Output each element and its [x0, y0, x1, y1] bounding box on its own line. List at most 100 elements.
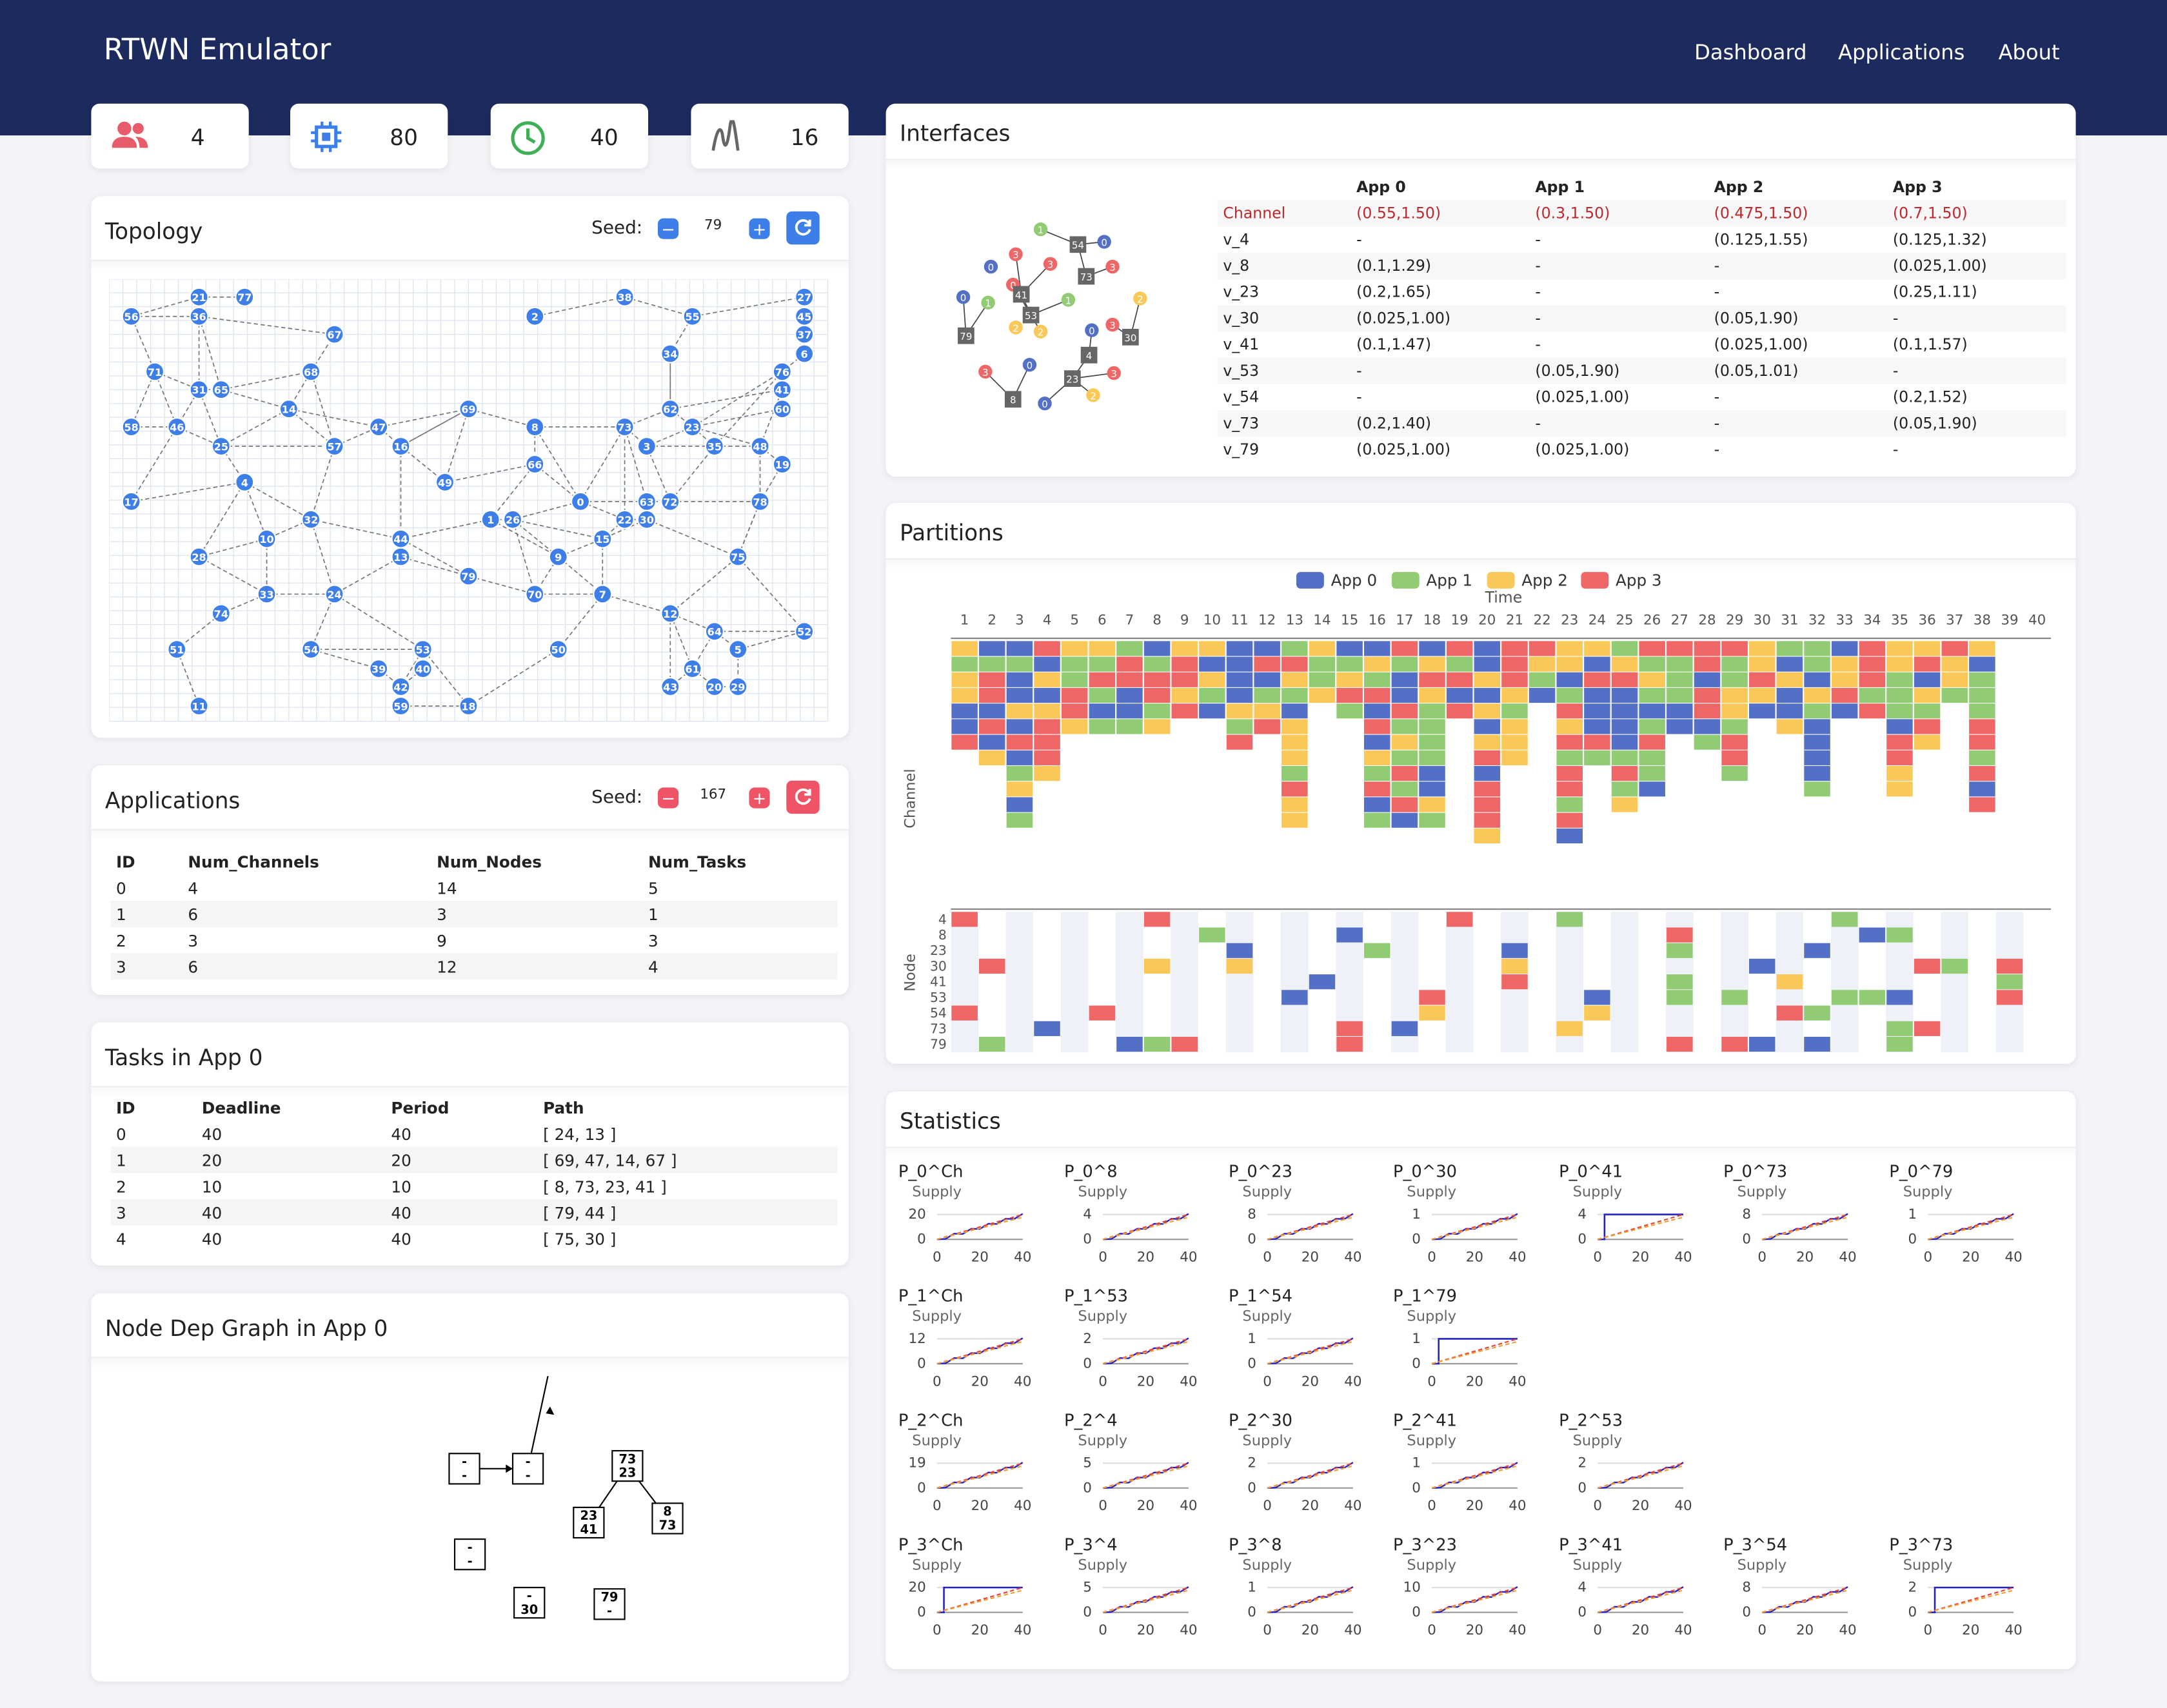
node-slot[interactable]: [1281, 990, 1308, 1005]
partition-slot[interactable]: [1199, 703, 1225, 719]
supply-chart[interactable]: P_1^79 Supply 1 0 0 20 40: [1393, 1286, 1545, 1411]
topology-node[interactable]: 13: [391, 547, 411, 567]
topology-node[interactable]: 63: [637, 491, 657, 511]
partition-slot[interactable]: [951, 687, 978, 703]
partition-slot[interactable]: [1969, 656, 1995, 672]
partition-slot[interactable]: [1419, 641, 1445, 656]
interface-row[interactable]: v_73 (0.2,1.40) - - (0.05,1.90): [1217, 410, 2066, 437]
partition-slot[interactable]: [1667, 672, 1693, 687]
partition-slot[interactable]: [979, 750, 1005, 765]
partition-slot[interactable]: [1116, 641, 1143, 656]
topology-node[interactable]: 3: [637, 437, 657, 456]
dep-node[interactable]: 873: [651, 1502, 684, 1535]
node-slot[interactable]: [979, 1037, 1005, 1052]
partition-slot[interactable]: [1941, 672, 1968, 687]
partition-slot[interactable]: [1419, 812, 1445, 828]
topology-node[interactable]: 71: [144, 362, 164, 382]
dep-node[interactable]: --: [453, 1538, 486, 1571]
supply-chart[interactable]: P_3^54 Supply 8 0 0 20 40: [1723, 1535, 1875, 1660]
interface-row[interactable]: v_8 (0.1,1.29) - - (0.025,1.00): [1217, 253, 2066, 279]
partition-slot[interactable]: [1309, 656, 1336, 672]
partition-slot[interactable]: [1804, 687, 1830, 703]
partition-slot[interactable]: [1584, 734, 1610, 750]
partition-slot[interactable]: [1226, 734, 1253, 750]
partition-slot[interactable]: [1446, 687, 1473, 703]
partition-slot[interactable]: [1006, 719, 1033, 734]
partition-slot[interactable]: [1391, 812, 1418, 828]
partition-slot[interactable]: [1556, 719, 1583, 734]
partition-slot[interactable]: [1116, 656, 1143, 672]
partition-slot[interactable]: [1089, 719, 1116, 734]
partition-slot[interactable]: [1474, 781, 1501, 797]
partition-slot[interactable]: [1034, 641, 1060, 656]
node-slot[interactable]: [1501, 943, 1528, 958]
partition-slot[interactable]: [1639, 766, 1665, 781]
partition-slot[interactable]: [1584, 750, 1610, 765]
node-slot[interactable]: [1391, 1021, 1418, 1036]
partition-slot[interactable]: [1804, 719, 1830, 734]
partition-slot[interactable]: [1556, 766, 1583, 781]
supply-chart[interactable]: P_1^53 Supply 2 0 0 20 40: [1064, 1286, 1216, 1411]
partition-slot[interactable]: [1611, 672, 1638, 687]
topology-node[interactable]: 31: [189, 380, 209, 400]
partition-slot[interactable]: [1336, 687, 1363, 703]
node-slot[interactable]: [1336, 1037, 1363, 1052]
dep-node[interactable]: -30: [513, 1587, 546, 1619]
topology-node[interactable]: 29: [728, 676, 748, 696]
supply-chart[interactable]: P_0^Ch Supply 20 0 0 20 40: [898, 1162, 1051, 1286]
partition-slot[interactable]: [1226, 687, 1253, 703]
partition-slot[interactable]: [1639, 781, 1665, 797]
partition-slot[interactable]: [1364, 656, 1390, 672]
partition-slot[interactable]: [1529, 656, 1556, 672]
partition-slot[interactable]: [1639, 641, 1665, 656]
supply-chart[interactable]: P_0^23 Supply 8 0 0 20 40: [1229, 1162, 1381, 1286]
topology-node[interactable]: 0: [570, 491, 590, 511]
partition-slot[interactable]: [1419, 734, 1445, 750]
partition-slot[interactable]: [1501, 703, 1528, 719]
node-slot[interactable]: [1721, 1037, 1748, 1052]
partition-slot[interactable]: [1694, 703, 1721, 719]
topology-node[interactable]: 32: [301, 509, 321, 529]
interface-device-node[interactable]: 73: [1078, 268, 1095, 285]
node-slot[interactable]: [979, 958, 1005, 974]
partition-legend-item[interactable]: App 1: [1391, 571, 1472, 590]
partition-slot[interactable]: [1611, 687, 1638, 703]
topology-node[interactable]: 12: [660, 604, 680, 623]
partition-slot[interactable]: [1639, 687, 1665, 703]
partition-slot[interactable]: [1391, 719, 1418, 734]
node-slot[interactable]: [1584, 1005, 1610, 1021]
node-slot[interactable]: [1034, 1021, 1060, 1036]
partition-slot[interactable]: [1364, 703, 1390, 719]
partition-slot[interactable]: [1474, 703, 1501, 719]
topology-node[interactable]: 70: [525, 584, 545, 604]
partition-slot[interactable]: [1171, 687, 1198, 703]
partition-slot[interactable]: [1694, 656, 1721, 672]
partition-slot[interactable]: [1667, 656, 1693, 672]
partition-slot[interactable]: [1446, 656, 1473, 672]
partition-slot[interactable]: [1556, 672, 1583, 687]
applications-seed-decrement-button[interactable]: −: [657, 787, 679, 809]
partition-slot[interactable]: [979, 687, 1005, 703]
partition-slot[interactable]: [1556, 781, 1583, 797]
interface-app-node[interactable]: 2: [1033, 324, 1048, 339]
interface-app-node[interactable]: 3: [1105, 317, 1120, 332]
task-row[interactable]: 3 40 40[ 79, 44 ]: [110, 1199, 838, 1226]
partition-slot[interactable]: [1391, 656, 1418, 672]
partition-slot[interactable]: [1667, 703, 1693, 719]
dependency-graph[interactable]: ------73232341873---3079-: [91, 1376, 848, 1666]
partition-slot[interactable]: [951, 672, 978, 687]
partition-slot[interactable]: [1474, 687, 1501, 703]
partition-slot[interactable]: [1034, 734, 1060, 750]
partition-slot[interactable]: [1886, 781, 1913, 797]
topology-node[interactable]: 65: [211, 380, 231, 400]
partition-slot[interactable]: [1776, 687, 1803, 703]
partition-slot[interactable]: [1171, 656, 1198, 672]
topology-node[interactable]: 26: [502, 509, 522, 529]
partition-slot[interactable]: [1281, 641, 1308, 656]
partition-slot[interactable]: [1804, 766, 1830, 781]
partition-slot[interactable]: [1061, 703, 1088, 719]
partition-slot[interactable]: [1391, 672, 1418, 687]
topology-node[interactable]: 25: [211, 437, 231, 456]
partition-slot[interactable]: [1886, 703, 1913, 719]
topology-node[interactable]: 33: [257, 584, 277, 604]
